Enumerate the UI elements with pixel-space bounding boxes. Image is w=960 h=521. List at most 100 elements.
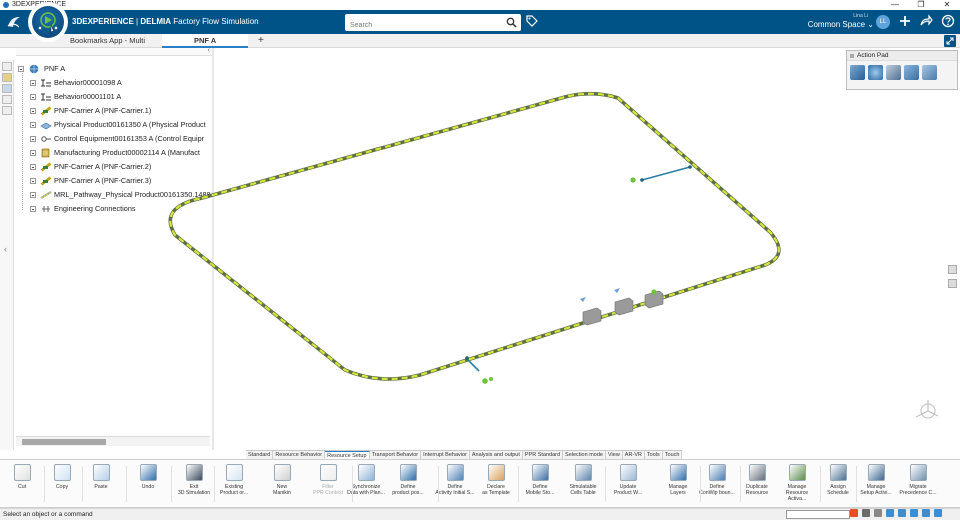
tree-expander[interactable]: [30, 164, 36, 170]
command-tab[interactable]: Resource Behavior: [273, 451, 326, 459]
ribbon-button[interactable]: Exit 3D Simulation: [174, 462, 214, 506]
compass-widget[interactable]: [28, 2, 68, 42]
tools-icon[interactable]: [850, 65, 865, 80]
chat-icon[interactable]: [948, 279, 957, 288]
tree-root[interactable]: PNF A: [18, 62, 212, 76]
ribbon-button[interactable]: Existing Product or...: [214, 462, 254, 506]
ribbon-button[interactable]: Update Product W...: [608, 462, 648, 506]
tag-icon[interactable]: [526, 15, 538, 27]
ribbon-button[interactable]: Duplicate Resource: [737, 462, 777, 506]
tree-horizontal-scrollbar[interactable]: [16, 436, 210, 446]
toolbox-icon[interactable]: [922, 509, 930, 517]
command-tab[interactable]: Interrupt Behavior: [421, 451, 470, 459]
command-tab[interactable]: Standard: [246, 451, 274, 459]
ribbon-button[interactable]: Migrate Precedence C...: [898, 462, 938, 506]
tree-item[interactable]: Control Equipment00161353 A (Control Equ…: [18, 132, 212, 146]
view-compass-icon[interactable]: [912, 396, 942, 426]
tree-item[interactable]: PNF-Carrier A (PNF-Carrier.1): [18, 104, 212, 118]
ribbon-button[interactable]: Cut: [2, 462, 42, 506]
avatar[interactable]: LL: [876, 15, 890, 29]
ribbon-button[interactable]: Declare as Template: [476, 462, 516, 506]
action-pad-grip-icon[interactable]: [850, 54, 854, 58]
tree-expander[interactable]: [30, 122, 36, 128]
grid-icon[interactable]: [934, 509, 942, 517]
keyboard-icon[interactable]: [898, 509, 906, 517]
fullscreen-button[interactable]: [944, 35, 956, 47]
add-tab-button[interactable]: +: [250, 34, 264, 48]
tree-expander[interactable]: [30, 178, 36, 184]
punctuation-icon[interactable]: [874, 509, 882, 517]
command-tab[interactable]: AR-VR: [622, 451, 645, 459]
command-tab[interactable]: Tools: [644, 451, 663, 459]
command-tab[interactable]: View: [605, 451, 623, 459]
ribbon-button[interactable]: Undo: [128, 462, 168, 506]
panel-divider[interactable]: [212, 48, 214, 450]
ribbon-button[interactable]: Paste: [81, 462, 121, 506]
sogou-icon[interactable]: [850, 509, 858, 517]
settings-sphere-icon[interactable]: [868, 65, 883, 80]
scroll-left-icon[interactable]: ‹: [208, 47, 210, 54]
dassault-logo-icon[interactable]: [6, 14, 22, 30]
command-tab[interactable]: Touch: [662, 451, 683, 459]
tree-item[interactable]: Manufacturing Product00002114 A (Manufac…: [18, 146, 212, 160]
command-tab[interactable]: Selection mode: [563, 451, 606, 459]
command-tab[interactable]: Transport Behavior: [369, 451, 422, 459]
tree-item[interactable]: Engineering Connections: [18, 202, 212, 216]
tree-expander[interactable]: [30, 94, 36, 100]
tree-expander[interactable]: [30, 206, 36, 212]
search-input[interactable]: [345, 17, 495, 34]
tree-expander[interactable]: [18, 66, 24, 72]
scrollbar-thumb[interactable]: [22, 439, 106, 445]
tree-expander[interactable]: [30, 192, 36, 198]
ribbon-button[interactable]: Define Activity Initial S...: [435, 462, 475, 506]
tree-expander[interactable]: [30, 80, 36, 86]
search-icon[interactable]: [506, 17, 517, 28]
ribbon-button[interactable]: Simulatable Cells Table: [563, 462, 603, 506]
ribbon-button[interactable]: Define ConWip boun...: [697, 462, 737, 506]
ribbon-button[interactable]: Assign Schedule: [818, 462, 858, 506]
transfer-icon[interactable]: [922, 65, 937, 80]
collapse-panel-icon[interactable]: ‹: [4, 244, 7, 254]
tree-expander[interactable]: [30, 108, 36, 114]
tree-expander[interactable]: [30, 136, 36, 142]
robot-icon[interactable]: [886, 65, 901, 80]
tree-toggle-button[interactable]: [2, 62, 12, 71]
ribbon-button[interactable]: Define Mobile Sto...: [520, 462, 560, 506]
ribbon-button[interactable]: Copy: [42, 462, 82, 506]
expand-tree-button[interactable]: [2, 95, 12, 104]
ribbon-button[interactable]: Manage Resource Activa...: [777, 462, 817, 506]
tree-item[interactable]: Physical Product00161350 A (Physical Pro…: [18, 118, 212, 132]
close-button[interactable]: ✕: [934, 0, 960, 10]
command-tab[interactable]: Resource Setup: [325, 451, 370, 459]
flag-icon[interactable]: [948, 265, 957, 274]
conveyor-icon[interactable]: [904, 65, 919, 80]
collapse-tree-button[interactable]: [2, 106, 12, 115]
user-area[interactable]: Lina Li Common Space ⌄: [806, 13, 874, 30]
command-tab[interactable]: Analysis and output: [469, 451, 523, 459]
tree-item[interactable]: PNF-Carrier A (PNF-Carrier.3): [18, 174, 212, 188]
tree-item[interactable]: Behavior00001101 A: [18, 90, 212, 104]
ribbon-button[interactable]: Manage Setup Activi...: [856, 462, 896, 506]
help-icon[interactable]: [941, 14, 955, 28]
minimize-button[interactable]: —: [882, 0, 908, 10]
shirt-icon[interactable]: [910, 509, 918, 517]
ribbon-button[interactable]: Manage Layers: [658, 462, 698, 506]
share-icon[interactable]: [919, 14, 933, 28]
view-button[interactable]: [2, 84, 12, 93]
microphone-icon[interactable]: [886, 509, 894, 517]
filter-button[interactable]: [2, 73, 12, 82]
ribbon-button[interactable]: Filter PPR Context: [308, 462, 348, 506]
tree-item[interactable]: Behavior00001098 A: [18, 76, 212, 90]
add-icon[interactable]: [898, 14, 912, 28]
tree-item[interactable]: PNF-Carrier A (PNF-Carrier.2): [18, 160, 212, 174]
ribbon-button[interactable]: New Manikin: [262, 462, 302, 506]
moon-icon[interactable]: [862, 509, 870, 517]
tree-item[interactable]: MRL_Pathway_Physical Product00161350.148…: [18, 188, 212, 202]
tree-expander[interactable]: [30, 150, 36, 156]
ribbon-button[interactable]: Define product pos...: [388, 462, 428, 506]
command-tab[interactable]: PPR Standard: [522, 451, 564, 459]
tab-bookmarks[interactable]: Bookmarks App - Multi: [62, 34, 162, 48]
tab-pnf-a[interactable]: PNF A: [162, 34, 248, 48]
maximize-button[interactable]: ❐: [908, 0, 934, 10]
action-pad[interactable]: Action Pad: [846, 50, 958, 90]
